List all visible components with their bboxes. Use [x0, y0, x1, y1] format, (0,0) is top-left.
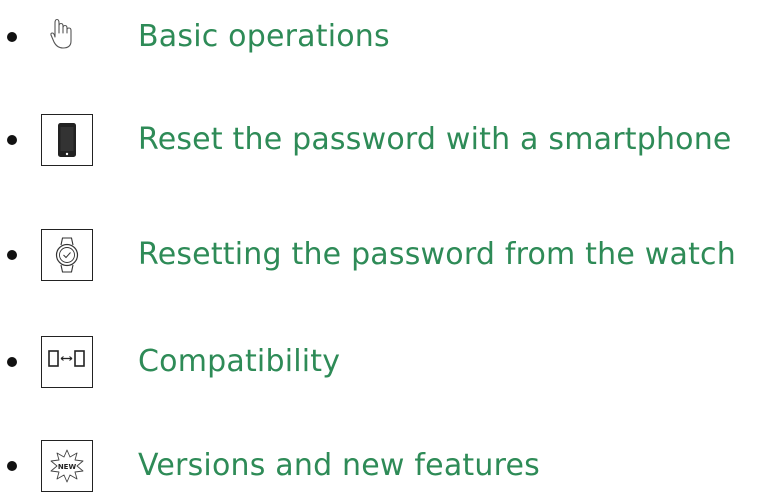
menu-item-basic-operations[interactable]: Basic operations — [0, 6, 772, 66]
compatibility-devices-icon — [41, 336, 93, 388]
smartphone-icon — [41, 114, 93, 166]
menu-item-label: Basic operations — [138, 19, 390, 54]
menu-item-label: Resetting the password from the watch — [138, 237, 736, 272]
watch-icon — [41, 229, 93, 281]
menu-item-compatibility[interactable]: Compatibility — [0, 331, 772, 391]
menu-item-label: Compatibility — [138, 344, 341, 379]
menu-item-label: Versions and new features — [138, 448, 540, 483]
bullet — [7, 135, 17, 145]
bullet — [7, 250, 17, 260]
bullet — [7, 461, 17, 471]
hand-pointer-icon — [41, 11, 93, 63]
new-badge-icon: NEW — [41, 440, 93, 492]
new-badge-text: NEW — [58, 463, 77, 471]
menu-item-reset-password-smartphone[interactable]: Reset the password with a smartphone — [0, 109, 772, 169]
help-topics-list: Basic operations Reset the password with… — [0, 0, 772, 496]
menu-item-versions-new-features[interactable]: NEW Versions and new features — [0, 435, 772, 495]
bullet — [7, 357, 17, 367]
bullet — [7, 32, 17, 42]
menu-item-reset-password-watch[interactable]: Resetting the password from the watch — [0, 224, 772, 284]
menu-item-label: Reset the password with a smartphone — [138, 122, 732, 157]
